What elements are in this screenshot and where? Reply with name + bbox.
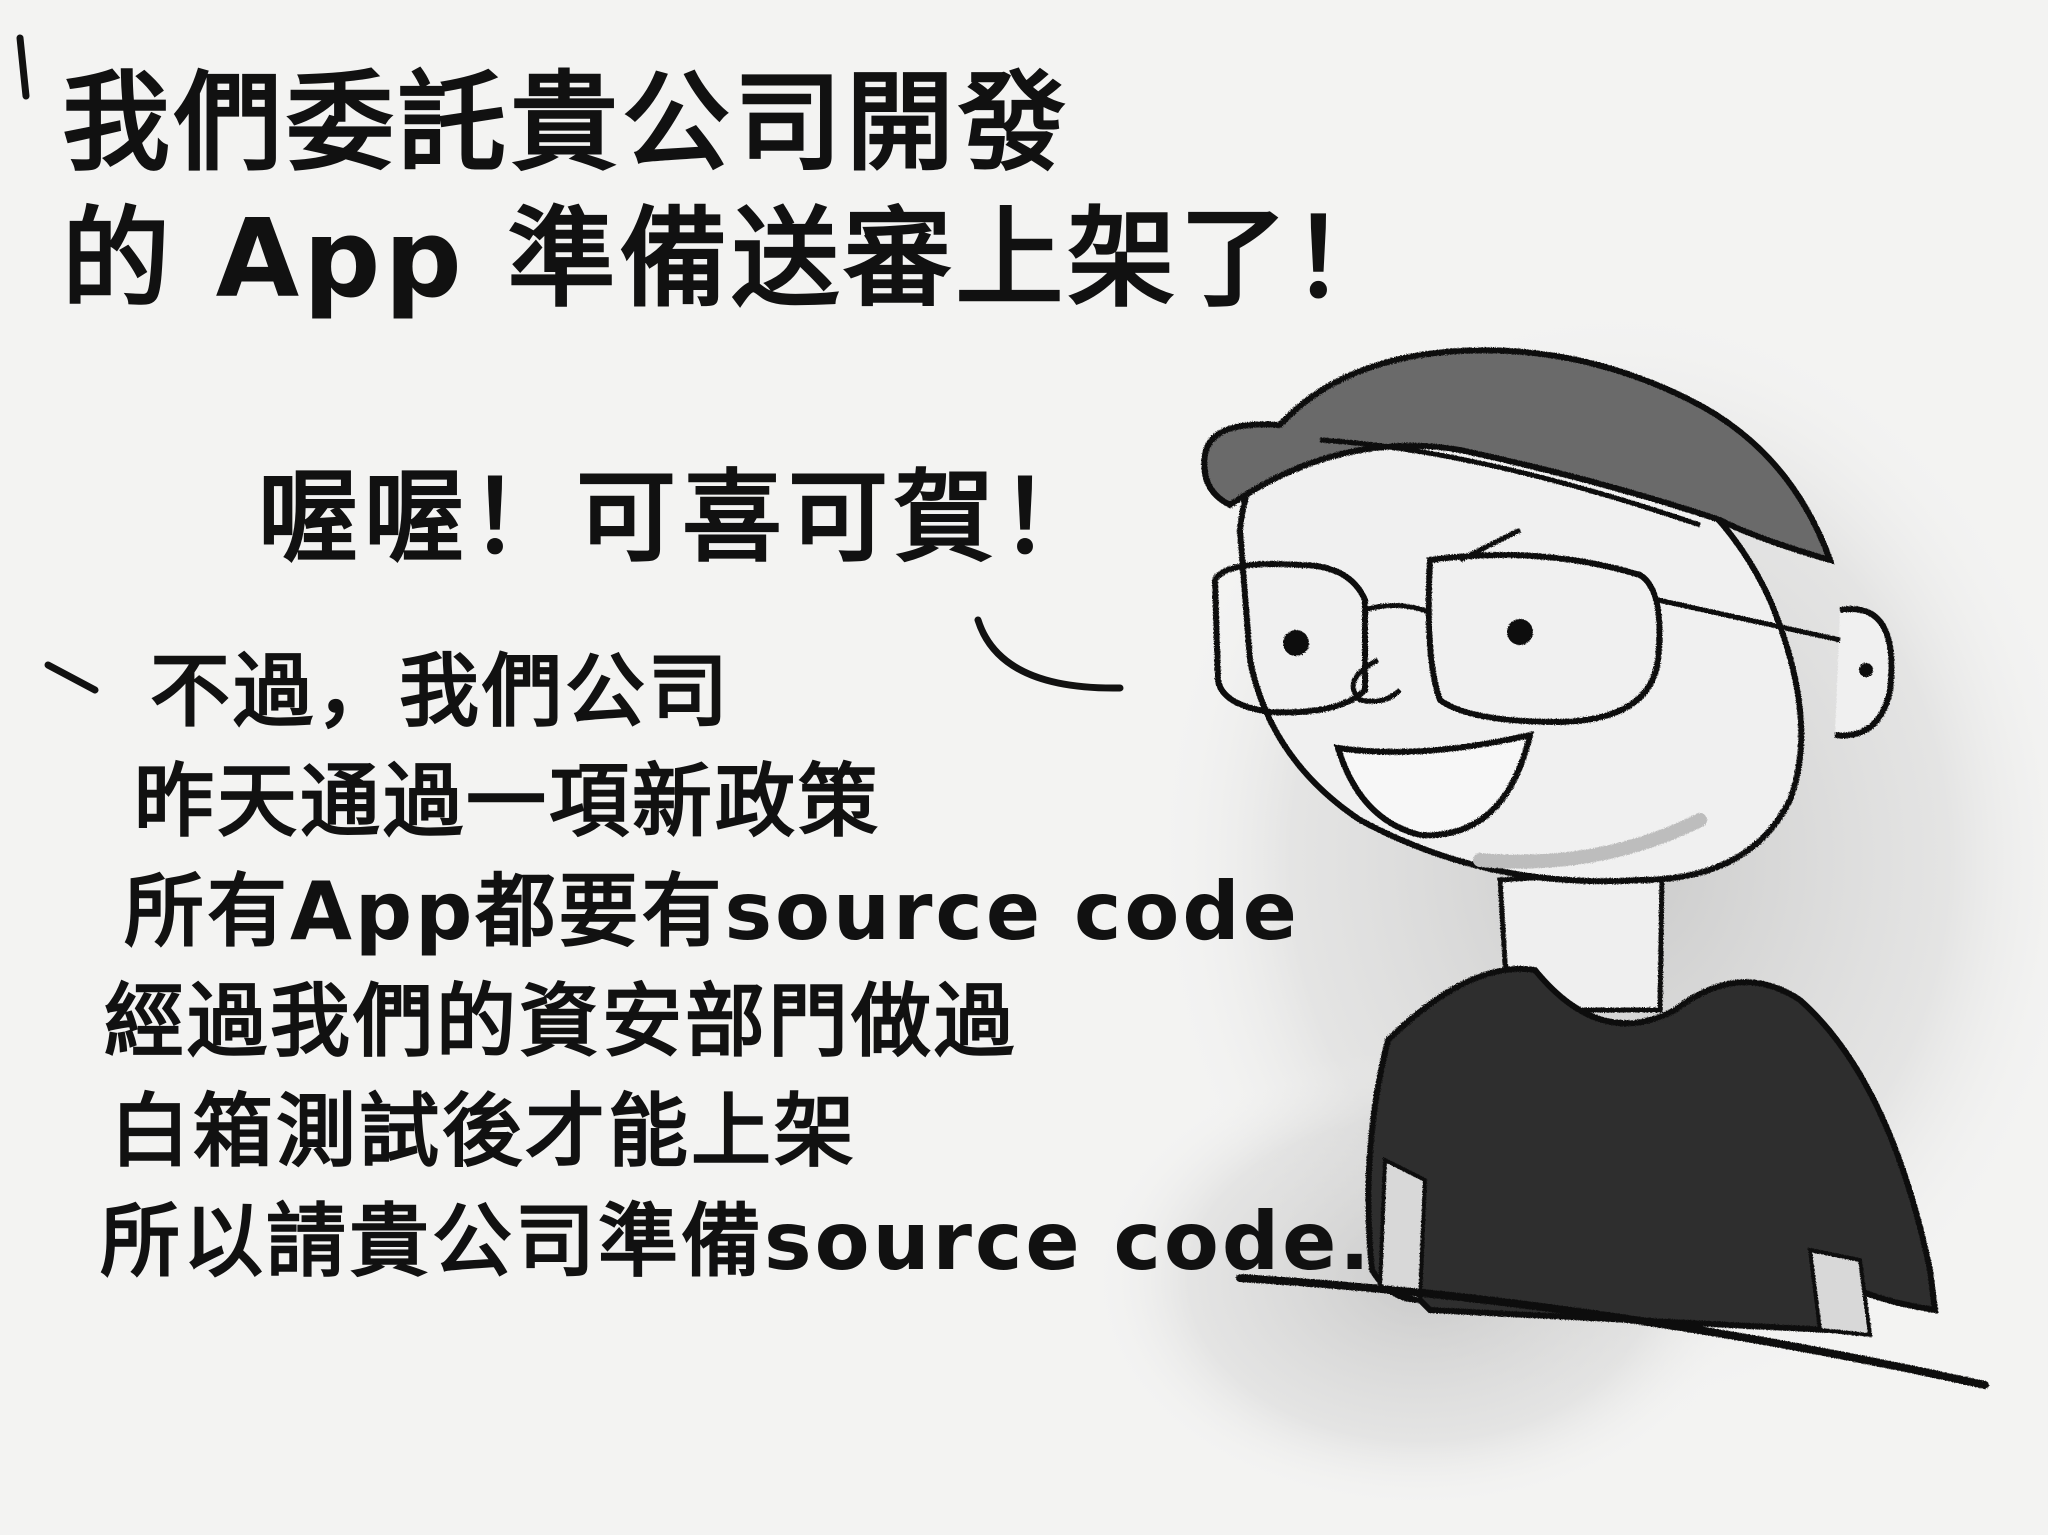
policy-line-4: 經過我們的資安部門做過 bbox=[104, 975, 1017, 1068]
policy-line-2: 昨天通過一項新政策 bbox=[134, 755, 881, 848]
speech-policy: 不過，我們公司 昨天通過一項新政策 所有App都要有source code 經過… bbox=[100, 645, 1373, 1312]
request-line-2: 的 App 準備送審上架了！ bbox=[62, 197, 1404, 322]
policy-line-6: 所以請貴公司準備source code. bbox=[100, 1195, 1373, 1288]
speech-reply: 喔喔！可喜可賀！ bbox=[258, 459, 1106, 576]
policy-line-1: 不過，我們公司 bbox=[150, 645, 731, 738]
request-line-1: 我們委託貴公司開發 bbox=[62, 61, 1071, 186]
speech-request: 我們委託貴公司開發 的 App 準備送審上架了！ bbox=[62, 70, 1403, 342]
policy-line-5: 白箱測試後才能上架 bbox=[110, 1085, 857, 1178]
policy-line-3: 所有App都要有source code bbox=[124, 865, 1300, 958]
